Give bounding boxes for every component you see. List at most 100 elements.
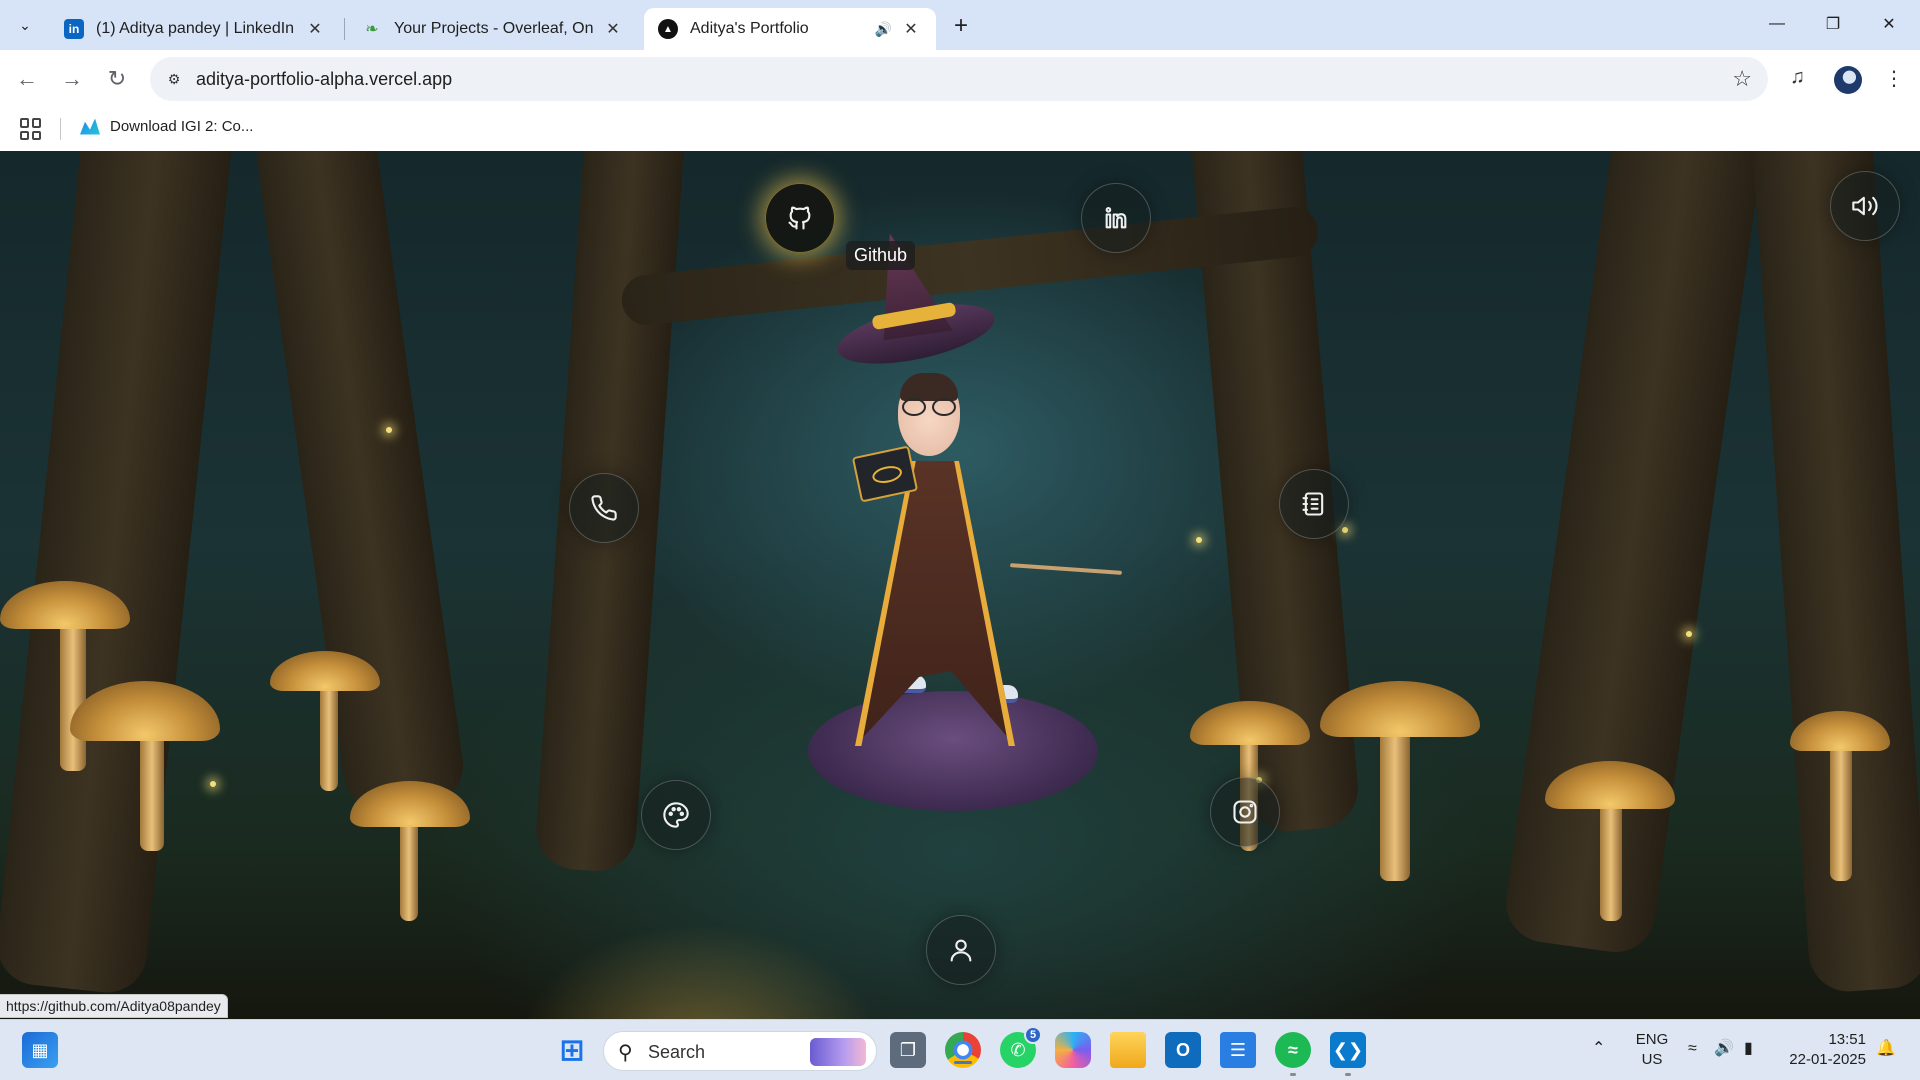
minimize-button[interactable]: — [1754,8,1800,40]
github-icon [788,206,811,230]
notification-badge: 5 [1024,1026,1042,1044]
sound-toggle-button[interactable] [1830,171,1900,241]
chevron-up-icon[interactable]: ⌃ [1592,1038,1605,1058]
menu-icon[interactable]: ⋮ [1884,66,1904,91]
github-tooltip: Github [846,241,916,270]
character-hair [900,373,958,401]
language-indicator[interactable]: ENG US [1634,1030,1670,1070]
igi-icon [80,118,100,135]
chrome-icon[interactable] [945,1032,981,1068]
apps-grid-icon[interactable] [20,118,42,140]
vscode-icon[interactable]: ❮❯ [1330,1032,1366,1076]
link-status-bubble: https://github.com/Aditya08pandey [0,994,228,1018]
media-control-icon[interactable]: ♫ [1790,66,1805,89]
tab-search-button[interactable]: ⌄ [8,10,42,40]
reload-button[interactable]: ↻ [100,62,134,96]
tree-trunk [1500,151,1770,958]
widgets-icon[interactable]: ▦ [22,1032,58,1068]
github-button[interactable] [765,183,835,253]
running-app-indicator [1345,1073,1351,1076]
firefly [1686,631,1692,637]
volume-icon[interactable]: 🔊 [1714,1038,1734,1058]
taskbar-search[interactable]: ⚲ Search [603,1031,877,1071]
new-tab-button[interactable]: + [946,12,976,40]
tab-strip: ⌄ in (1) Aditya pandey | LinkedIn ✕ ❧ Yo… [0,0,1920,50]
copilot-icon[interactable] [1055,1032,1091,1068]
search-highlight-image [810,1038,866,1066]
phone-icon [591,495,617,521]
firefly [210,781,216,787]
mushroom-stem [1600,791,1622,921]
system-clock[interactable]: 13:51 22-01-2025 [1786,1030,1866,1070]
tab-overleaf[interactable]: ❧ Your Projects - Overleaf, Online ✕ [348,8,638,50]
portfolio-scene: Github [0,151,1920,1019]
character-pedestal [808,691,1098,861]
windows-start-icon[interactable]: ⊞ [554,1032,590,1068]
speaker-icon [1852,196,1878,216]
bookmark-star-icon[interactable]: ☆ [1732,66,1752,92]
region-label: US [1641,1051,1663,1068]
back-button[interactable]: ← [10,62,44,96]
magic-wand [1009,563,1123,575]
instagram-button[interactable] [1210,777,1280,847]
resume-button[interactable] [1279,469,1349,539]
close-icon[interactable]: ✕ [304,18,326,40]
close-icon[interactable]: ✕ [900,18,922,40]
forward-button[interactable]: → [55,62,89,96]
clock-time: 13:51 [1828,1031,1866,1048]
outlook-icon[interactable]: O [1165,1032,1201,1068]
browser-toolbar: ← → ↻ ⚙ aditya-portfolio-alpha.vercel.ap… [0,50,1920,108]
wifi-icon[interactable]: ≈ [1688,1040,1697,1058]
spotify-icon[interactable]: ≈ [1275,1032,1311,1076]
running-app-indicator [1290,1073,1296,1076]
tree-trunk [0,151,237,997]
language-label: ENG [1635,1031,1669,1048]
tab-title: Your Projects - Overleaf, Online [394,20,594,37]
bookmark-igi[interactable]: Download IGI 2: Co... [80,118,253,135]
clock-date: 22-01-2025 [1789,1051,1866,1068]
restore-button[interactable]: ❐ [1810,8,1856,40]
active-app-indicator [954,1061,972,1064]
mushroom-stem [400,811,418,921]
user-icon [950,939,972,962]
palette-icon [663,802,689,828]
tab-title: (1) Aditya pandey | LinkedIn [96,20,295,37]
overleaf-icon: ❧ [365,21,379,38]
profile-avatar[interactable] [1834,66,1862,94]
projects-button[interactable] [641,780,711,850]
tab-portfolio[interactable]: ▲ Aditya's Portfolio 🔊 ✕ [644,8,936,50]
whatsapp-icon[interactable]: ✆ 5 [1000,1026,1042,1068]
linkedin-button[interactable] [1081,183,1151,253]
address-bar[interactable]: ⚙ aditya-portfolio-alpha.vercel.app ☆ [150,57,1768,101]
mushroom-stem [1830,731,1852,881]
linkedin-icon: in [64,19,84,39]
notification-bell-icon[interactable]: 🔔 [1876,1038,1896,1058]
phone-button[interactable] [569,473,639,543]
bookmark-label: Download IGI 2: Co... [110,118,254,135]
instagram-icon [1233,800,1257,824]
firefly [386,427,392,433]
close-window-button[interactable]: ✕ [1866,8,1912,40]
task-view-icon[interactable]: ❐ [890,1032,926,1068]
windows-taskbar: ▦ ⊞ ⚲ Search ❐ ✆ 5 O ☰ ≈ ❮❯ ⌃ ENG US ≈ 🔊… [0,1019,1920,1080]
tab-separator [344,18,345,40]
about-button[interactable] [926,915,996,985]
file-explorer-icon[interactable] [1110,1032,1146,1068]
url-text[interactable]: aditya-portfolio-alpha.vercel.app [196,69,452,90]
site-info-icon[interactable]: ⚙ [162,67,186,91]
firefly [1342,527,1348,533]
vercel-icon: ▲ [658,19,678,39]
character-glasses [902,398,956,416]
mushroom-stem [60,611,86,771]
tab-linkedin[interactable]: in (1) Aditya pandey | LinkedIn ✕ [50,8,340,50]
bookmarks-bar: Download IGI 2: Co... [0,108,1920,151]
close-icon[interactable]: ✕ [602,18,624,40]
search-icon: ⚲ [618,1042,633,1064]
chevron-down-icon: ⌄ [19,16,31,33]
audio-playing-icon[interactable]: 🔊 [875,21,892,38]
notebook-icon [1302,492,1324,516]
tree-trunk [251,151,469,816]
battery-icon[interactable]: ▮ [1744,1038,1753,1058]
notepad-icon[interactable]: ☰ [1220,1032,1256,1068]
linkedin-icon [1105,207,1127,229]
